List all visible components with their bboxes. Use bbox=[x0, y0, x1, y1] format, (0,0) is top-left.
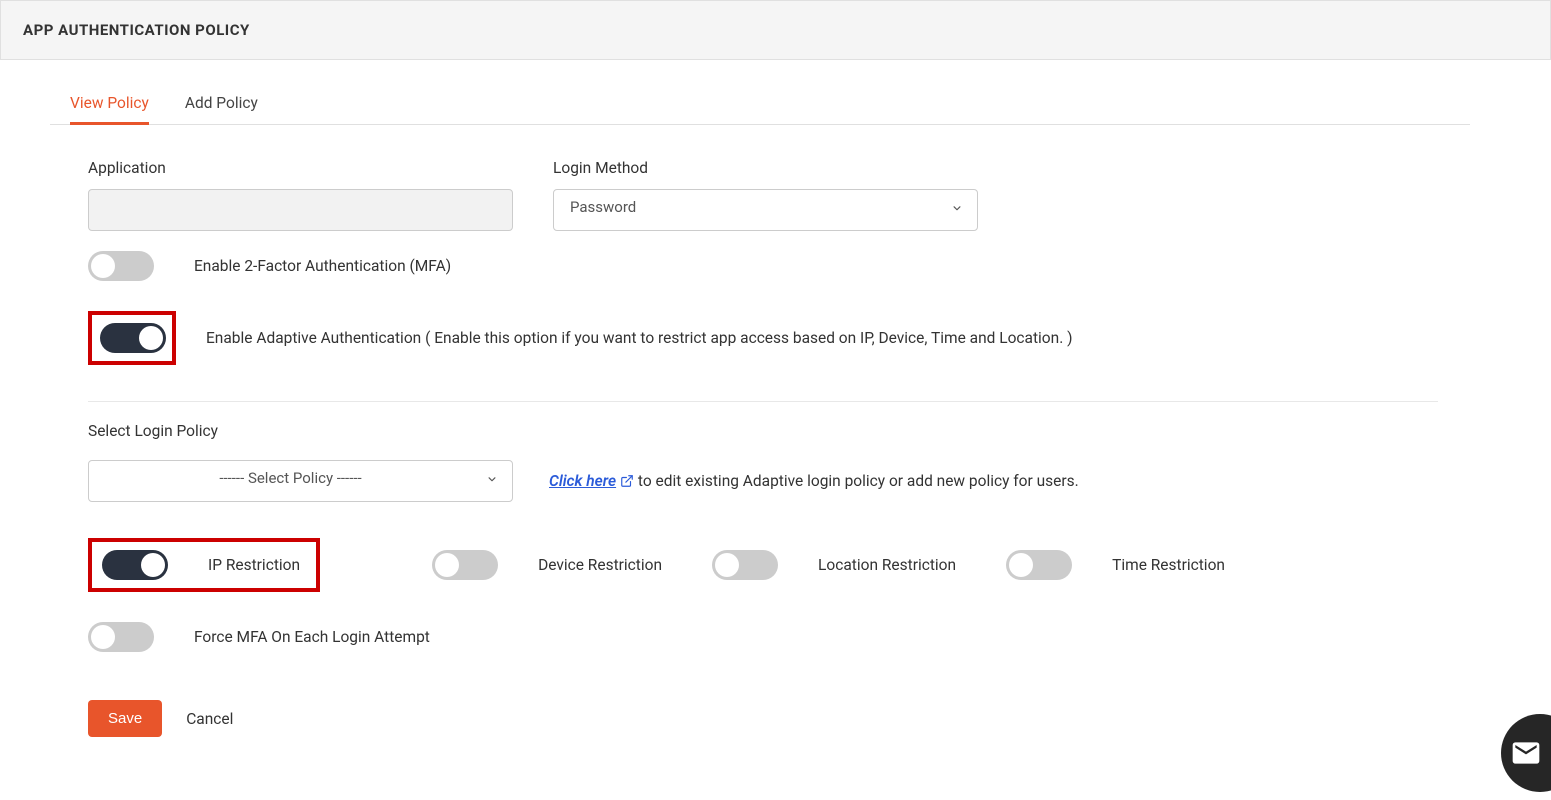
mfa-toggle-label: Enable 2-Factor Authentication (MFA) bbox=[194, 257, 451, 275]
location-restriction-toggle[interactable] bbox=[712, 550, 778, 580]
time-restriction-label: Time Restriction bbox=[1112, 556, 1225, 574]
policy-hint-text: to edit existing Adaptive login policy o… bbox=[634, 472, 1079, 490]
tab-add-policy[interactable]: Add Policy bbox=[185, 80, 258, 125]
edit-policy-link-text: Click here bbox=[549, 472, 616, 490]
ip-restriction-highlight: IP Restriction bbox=[88, 538, 320, 592]
external-link-icon bbox=[620, 474, 634, 488]
location-restriction-label: Location Restriction bbox=[818, 556, 956, 574]
adaptive-highlight bbox=[88, 311, 176, 365]
mfa-toggle[interactable] bbox=[88, 251, 154, 281]
tab-view-policy[interactable]: View Policy bbox=[70, 80, 149, 125]
adaptive-auth-label: Enable Adaptive Authentication ( Enable … bbox=[206, 329, 1073, 347]
login-method-select[interactable]: Password bbox=[553, 189, 978, 231]
mail-icon bbox=[1510, 737, 1542, 769]
login-method-label: Login Method bbox=[553, 159, 978, 177]
device-restriction-label: Device Restriction bbox=[538, 556, 662, 574]
ip-restriction-toggle[interactable] bbox=[102, 550, 168, 580]
cancel-button[interactable]: Cancel bbox=[186, 710, 233, 728]
tabs-bar: View Policy Add Policy bbox=[50, 80, 1470, 125]
time-restriction-toggle[interactable] bbox=[1006, 550, 1072, 580]
edit-policy-link[interactable]: Click here bbox=[549, 472, 634, 490]
adaptive-auth-toggle[interactable] bbox=[100, 323, 166, 353]
login-policy-label: Select Login Policy bbox=[88, 422, 1470, 440]
page-title: APP AUTHENTICATION POLICY bbox=[0, 0, 1551, 60]
policy-hint: Click here to edit existing Adaptive log… bbox=[549, 472, 1079, 490]
section-divider bbox=[88, 401, 1438, 402]
force-mfa-label: Force MFA On Each Login Attempt bbox=[194, 628, 430, 646]
login-policy-select[interactable]: ------ Select Policy ------ bbox=[88, 460, 513, 502]
device-restriction-toggle[interactable] bbox=[432, 550, 498, 580]
save-button[interactable]: Save bbox=[88, 700, 162, 737]
application-label: Application bbox=[88, 159, 513, 177]
force-mfa-toggle[interactable] bbox=[88, 622, 154, 652]
ip-restriction-label: IP Restriction bbox=[208, 556, 300, 574]
application-input[interactable] bbox=[88, 189, 513, 231]
